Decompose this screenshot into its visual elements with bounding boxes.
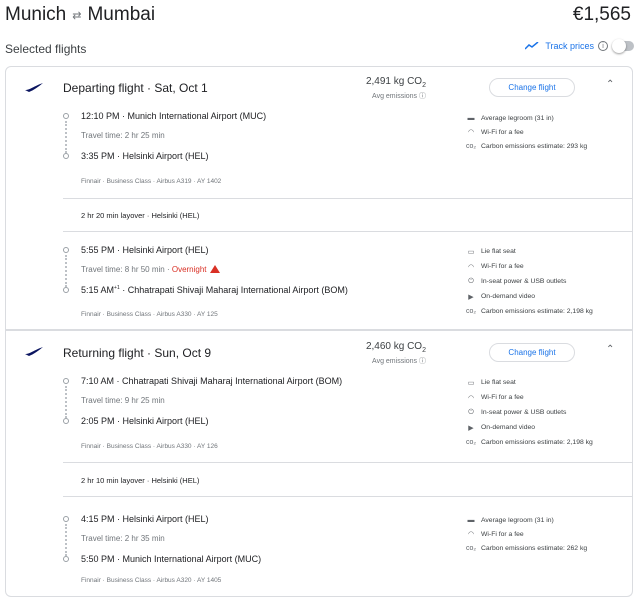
amenities-list: ▭ Lie flat seat ◠ Wi-Fi for a fee ⏻ In-seat… — [465, 379, 593, 446]
warning-icon — [209, 265, 220, 273]
track-prices-label: Track prices — [545, 41, 594, 51]
timeline-end-dot — [63, 556, 69, 562]
legroom-icon: ▬ — [467, 114, 475, 122]
timeline-end-dot — [63, 287, 69, 293]
selected-flights-heading: Selected flights — [5, 42, 87, 56]
total-price: €1,565 — [572, 4, 631, 25]
arrival-row: 5:15 AM+1 · Chhatrapati Shivaji Maharaj … — [81, 285, 348, 295]
amenities-list: ▬ Average legroom (31 in) ◠ Wi-Fi for a fe… — [465, 516, 588, 552]
finnair-logo-icon — [25, 83, 43, 92]
co2-icon: co₂ — [465, 308, 477, 315]
power-plug-icon: ⏻ — [468, 277, 474, 285]
route-title: Munich ⇄ Mumbai — [5, 4, 155, 26]
finnair-logo-icon — [25, 347, 43, 356]
amenities-list: ▬ Average legroom (31 in) ◠ Wi-Fi for a fe… — [465, 114, 588, 150]
collapse-returning-icon[interactable]: ⌃ — [606, 344, 614, 355]
timeline-start-dot — [63, 113, 69, 119]
divider — [63, 462, 633, 463]
timeline-line — [65, 255, 67, 287]
departing-change-flight-button[interactable]: Change flight — [489, 78, 575, 97]
power-plug-icon: ⏻ — [468, 408, 474, 416]
collapse-departing-icon[interactable]: ⌃ — [606, 79, 614, 90]
returning-emissions-label: Avg emissions ⓘ — [372, 358, 426, 365]
arrival-row: 2:05 PM · Helsinki Airport (HEL) — [81, 416, 209, 426]
layover-info: 2 hr 20 min layover · Helsinki (HEL) — [81, 211, 200, 220]
travel-time: Travel time: 9 hr 25 min — [81, 396, 165, 405]
timeline-start-dot — [63, 247, 69, 253]
divider — [63, 496, 633, 497]
destination-city: Mumbai — [87, 4, 156, 25]
video-icon: ▶ — [468, 424, 474, 432]
trend-line-icon — [525, 42, 539, 50]
amenities-list: ▭ Lie flat seat ◠ Wi-Fi for a fee ⏻ In-seat… — [465, 248, 593, 315]
flat-seat-icon: ▭ — [467, 379, 475, 387]
timeline-line — [65, 524, 67, 556]
departure-row: 4:15 PM · Helsinki Airport (HEL) — [81, 514, 209, 524]
returning-change-flight-button[interactable]: Change flight — [489, 343, 575, 362]
departing-co2: 2,491 kg CO2 — [365, 76, 426, 89]
departing-flight-card: Departing flight · Sat, Oct 1 2,491 kg C… — [5, 66, 633, 330]
video-icon: ▶ — [468, 293, 474, 301]
arrival-row: 3:35 PM · Helsinki Airport (HEL) — [81, 151, 209, 161]
co2-icon: co₂ — [465, 142, 477, 150]
divider — [63, 231, 633, 232]
overnight-warning: Overnight — [171, 265, 207, 274]
wifi-icon: ◠ — [467, 531, 475, 538]
flat-seat-icon: ▭ — [467, 248, 475, 256]
wifi-icon: ◠ — [467, 394, 475, 402]
timeline-end-dot — [63, 418, 69, 424]
legroom-icon: ▬ — [467, 516, 475, 524]
divider — [6, 330, 632, 331]
departing-flight-title: Departing flight · Sat, Oct 1 — [63, 81, 208, 95]
timeline-line — [65, 121, 67, 153]
flight-meta: Finnair · Business Class · Airbus A320 ·… — [81, 577, 222, 584]
wifi-icon: ◠ — [467, 129, 475, 136]
track-prices-toggle[interactable] — [612, 39, 634, 53]
departing-emissions-label: Avg emissions ⓘ — [372, 93, 426, 100]
track-prices[interactable]: Track prices i — [525, 39, 634, 53]
arrival-row: 5:50 PM · Munich International Airport (… — [81, 554, 262, 564]
returning-flight-title: Returning flight · Sun, Oct 9 — [63, 346, 212, 360]
flight-meta: Finnair · Business Class · Airbus A330 ·… — [81, 311, 218, 318]
returning-co2: 2,460 kg CO2 — [365, 341, 426, 354]
origin-city: Munich — [5, 4, 67, 25]
flight-meta: Finnair · Business Class · Airbus A319 ·… — [81, 178, 222, 185]
travel-time: Travel time: 2 hr 35 min — [81, 534, 165, 543]
travel-time: Travel time: 8 hr 50 min · Overnight — [81, 265, 220, 274]
round-trip-arrows-icon: ⇄ — [72, 9, 82, 22]
co2-icon: co₂ — [465, 544, 477, 552]
timeline-line — [65, 386, 67, 418]
trip-header: Munich ⇄ Mumbai €1,565 — [5, 4, 635, 30]
info-icon[interactable]: i — [598, 41, 608, 51]
timeline-start-dot — [63, 378, 69, 384]
layover-info: 2 hr 10 min layover · Helsinki (HEL) — [81, 476, 200, 485]
departure-row: 5:55 PM · Helsinki Airport (HEL) — [81, 245, 209, 255]
departure-row: 7:10 AM · Chhatrapati Shivaji Maharaj In… — [81, 376, 343, 386]
divider — [63, 198, 633, 199]
returning-flight-card: Returning flight · Sun, Oct 9 2,460 kg C… — [5, 330, 633, 597]
travel-time: Travel time: 2 hr 25 min — [81, 131, 165, 140]
timeline-end-dot — [63, 153, 69, 159]
departure-row: 12:10 PM · Munich International Airport … — [81, 111, 267, 121]
flight-meta: Finnair · Business Class · Airbus A330 ·… — [81, 443, 218, 450]
co2-icon: co₂ — [465, 439, 477, 446]
wifi-icon: ◠ — [467, 263, 475, 271]
timeline-start-dot — [63, 516, 69, 522]
